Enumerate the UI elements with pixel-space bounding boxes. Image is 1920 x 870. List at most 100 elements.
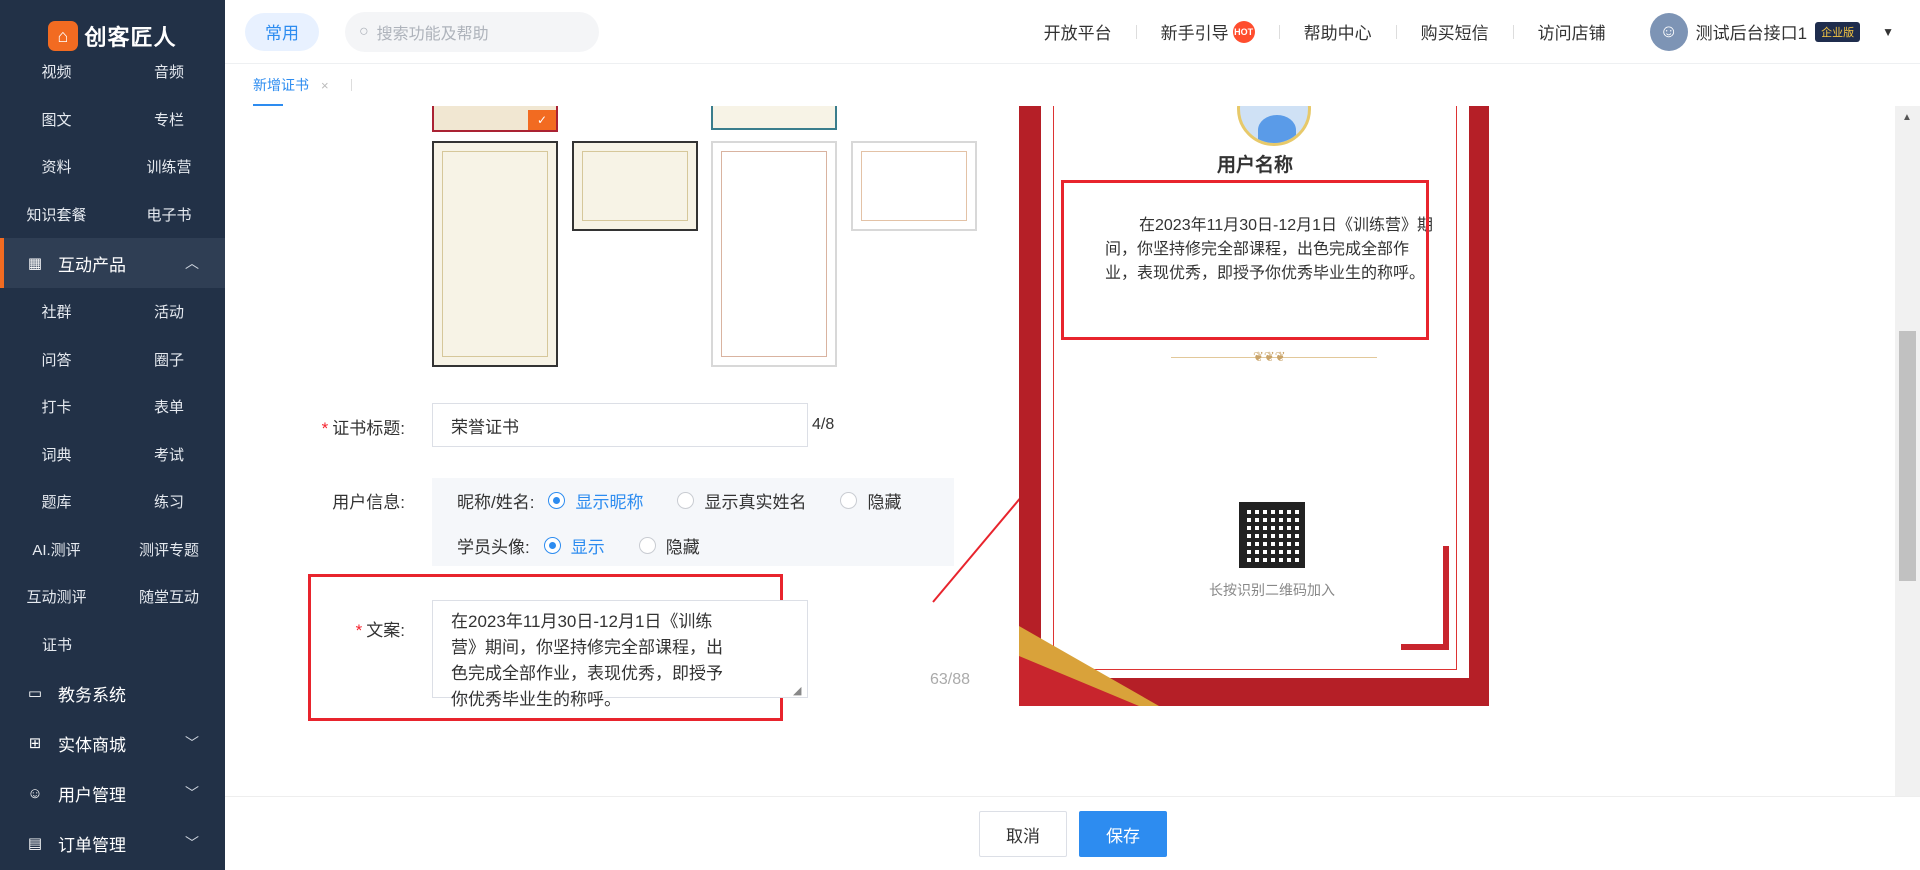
radio-show-nickname[interactable]: 显示昵称 xyxy=(548,488,643,513)
sidebar-item-package[interactable]: 知识套餐 xyxy=(0,191,113,239)
sidebar-group-interactive[interactable]: ▦ 互动产品 ︿ xyxy=(0,238,225,288)
divider xyxy=(350,79,352,91)
chevron-down-icon: ﹀ xyxy=(185,735,199,751)
ornament-icon: ❦❦❦ xyxy=(1253,349,1286,364)
enterprise-badge: 企业版 xyxy=(1815,21,1861,42)
sidebar-item-questionbank[interactable]: 题库 xyxy=(0,478,113,526)
search-placeholder: 搜索功能及帮助 xyxy=(376,25,489,43)
scrollbar[interactable]: ▲ xyxy=(1895,106,1920,796)
tab-new-certificate[interactable]: 新增证书 × xyxy=(253,64,329,106)
radio-hide-name[interactable]: 隐藏 xyxy=(840,488,901,513)
nav-buy-sms[interactable]: 购买短信 xyxy=(1397,19,1513,44)
sidebar-item-certificate[interactable]: 证书 xyxy=(0,621,225,669)
sidebar-item-article[interactable]: 图文 xyxy=(0,96,113,144)
hot-badge: HOT xyxy=(1232,20,1255,43)
scrollbar-thumb[interactable] xyxy=(1899,331,1916,581)
label-text: 文案: xyxy=(366,621,405,640)
sidebar-group-academic[interactable]: ▭ 教务系统 xyxy=(0,668,225,718)
nav-help[interactable]: 帮助中心 xyxy=(1280,19,1396,44)
template-thumb-4[interactable] xyxy=(572,141,698,231)
radio-show-avatar[interactable]: 显示 xyxy=(543,533,605,558)
cancel-button[interactable]: 取消 xyxy=(979,811,1067,857)
certificate-user-name: 用户名称 xyxy=(1216,155,1293,176)
nickname-radio-group: 昵称/姓名: 显示昵称 显示真实姓名 隐藏 xyxy=(457,488,901,513)
sidebar-group-label: 互动产品 xyxy=(58,255,126,275)
sidebar-group-orders[interactable]: ▤ 订单管理 ﹀ xyxy=(0,818,225,868)
search-icon: ○ xyxy=(359,22,369,40)
sidebar-item-ebook[interactable]: 电子书 xyxy=(113,191,225,239)
title-input[interactable]: 荣誉证书 xyxy=(432,403,808,447)
user-icon: ☺ xyxy=(27,784,43,802)
title-char-counter: 4/8 xyxy=(812,416,835,433)
common-pill-button[interactable]: 常用 xyxy=(245,12,319,51)
nav-visit-shop[interactable]: 访问店铺 xyxy=(1514,19,1630,44)
label-text: 证书标题: xyxy=(332,419,405,438)
sidebar-group-users[interactable]: ☺ 用户管理 ﹀ xyxy=(0,768,225,818)
nav-guide[interactable]: 新手引导 HOT xyxy=(1137,19,1279,44)
template-thumb-6[interactable] xyxy=(851,141,977,231)
template-thumb-2[interactable] xyxy=(711,106,837,130)
sidebar-group-label: 教务系统 xyxy=(58,685,126,705)
bottom-action-bar: 取消 保存 xyxy=(225,796,1920,870)
sidebar-item-eval-topic[interactable]: 测评专题 xyxy=(113,526,225,574)
chevron-down-icon: ﹀ xyxy=(185,835,199,851)
sidebar-group-shop[interactable]: ⊞ 实体商城 ﹀ xyxy=(0,718,225,768)
template-frame xyxy=(582,151,688,221)
search-input[interactable]: ○ 搜索功能及帮助 xyxy=(345,11,599,52)
sidebar-item-community[interactable]: 社群 xyxy=(0,288,113,336)
avatar-label: 学员头像: xyxy=(457,538,530,557)
sidebar-item-practice[interactable]: 练习 xyxy=(113,478,225,526)
sidebar-grid-top: 视频 音频 图文 专栏 资料 训练营 知识套餐 电子书 xyxy=(0,48,225,238)
user-menu[interactable]: ☺ 测试后台接口1 企业版 ▼ xyxy=(1649,12,1894,51)
sidebar: ⌂ 创客匠人 视频 音频 图文 专栏 资料 训练营 知识套餐 电子书 ▦ 互动产… xyxy=(0,0,225,870)
radio-hide-avatar[interactable]: 隐藏 xyxy=(638,533,700,558)
save-button[interactable]: 保存 xyxy=(1079,811,1167,857)
template-thumb-3[interactable] xyxy=(432,141,558,367)
chevron-up-icon: ︿ xyxy=(185,255,199,271)
sidebar-item-classroom[interactable]: 随堂互动 xyxy=(113,573,225,621)
clipboard-icon: ▤ xyxy=(27,835,43,852)
copy-field-label: * 文案: xyxy=(295,616,405,641)
nav-label: 购买短信 xyxy=(1420,24,1489,43)
copy-textarea[interactable]: 在2023年11月30日-12月1日《训练 营》期间，你坚持修完全部课程，出 色… xyxy=(432,600,808,709)
sidebar-item-camp[interactable]: 训练营 xyxy=(113,143,225,191)
corner-decoration xyxy=(1401,546,1449,650)
radio-icon xyxy=(543,537,561,554)
sidebar-item-column[interactable]: 专栏 xyxy=(113,96,225,144)
sidebar-item-exam[interactable]: 考试 xyxy=(113,431,225,479)
sidebar-item-audio[interactable]: 音频 xyxy=(113,48,225,96)
sidebar-item-form[interactable]: 表单 xyxy=(113,383,225,431)
top-header: 常用 ○ 搜索功能及帮助 开放平台 新手引导 HOT 帮助中心 购买短信 访问店铺… xyxy=(225,0,1920,64)
nav-open-platform[interactable]: 开放平台 xyxy=(1020,19,1136,44)
radio-show-realname[interactable]: 显示真实姓名 xyxy=(677,488,806,513)
sidebar-item-circle[interactable]: 圈子 xyxy=(113,336,225,384)
sidebar-item-ai-eval[interactable]: AI.测评 xyxy=(0,526,113,574)
userinfo-field-label: 用户信息: xyxy=(295,488,405,513)
radio-label: 隐藏 xyxy=(665,538,700,557)
sidebar-item-checkin[interactable]: 打卡 xyxy=(0,383,113,431)
sidebar-item-video[interactable]: 视频 xyxy=(0,48,113,96)
label-text: 用户信息: xyxy=(332,493,405,512)
sidebar-item-qa[interactable]: 问答 xyxy=(0,336,113,384)
sidebar-grid-interactive: 社群 活动 问答 圈子 打卡 表单 词典 考试 题库 练习 AI.测评 测评专题… xyxy=(0,288,225,621)
tab-label: 新增证书 xyxy=(253,77,309,93)
template-thumb-5[interactable] xyxy=(711,141,837,367)
avatar-radio-group: 学员头像: 显示 隐藏 xyxy=(457,533,734,558)
nav-label: 新手引导 xyxy=(1160,24,1229,43)
close-icon[interactable]: × xyxy=(321,78,329,93)
sidebar-item-material[interactable]: 资料 xyxy=(0,143,113,191)
template-thumb-1[interactable]: ✓ xyxy=(432,106,558,132)
avatar: ☺ xyxy=(1649,12,1688,51)
logo-icon: ⌂ xyxy=(48,21,79,51)
sidebar-item-activity[interactable]: 活动 xyxy=(113,288,225,336)
sidebar-group-label: 用户管理 xyxy=(58,785,126,805)
tab-bar: 新增证书 × xyxy=(225,64,1920,106)
sidebar-item-interactive-eval[interactable]: 互动测评 xyxy=(0,573,113,621)
header-nav: 开放平台 新手引导 HOT 帮助中心 购买短信 访问店铺 xyxy=(1020,19,1630,44)
title-field-label: * 证书标题: xyxy=(295,414,405,439)
chevron-down-icon: ﹀ xyxy=(185,785,199,801)
monitor-icon: ▭ xyxy=(27,685,43,702)
nickname-label: 昵称/姓名: xyxy=(457,493,535,512)
scroll-up-icon[interactable]: ▲ xyxy=(1902,112,1912,123)
sidebar-item-dictionary[interactable]: 词典 xyxy=(0,431,113,479)
